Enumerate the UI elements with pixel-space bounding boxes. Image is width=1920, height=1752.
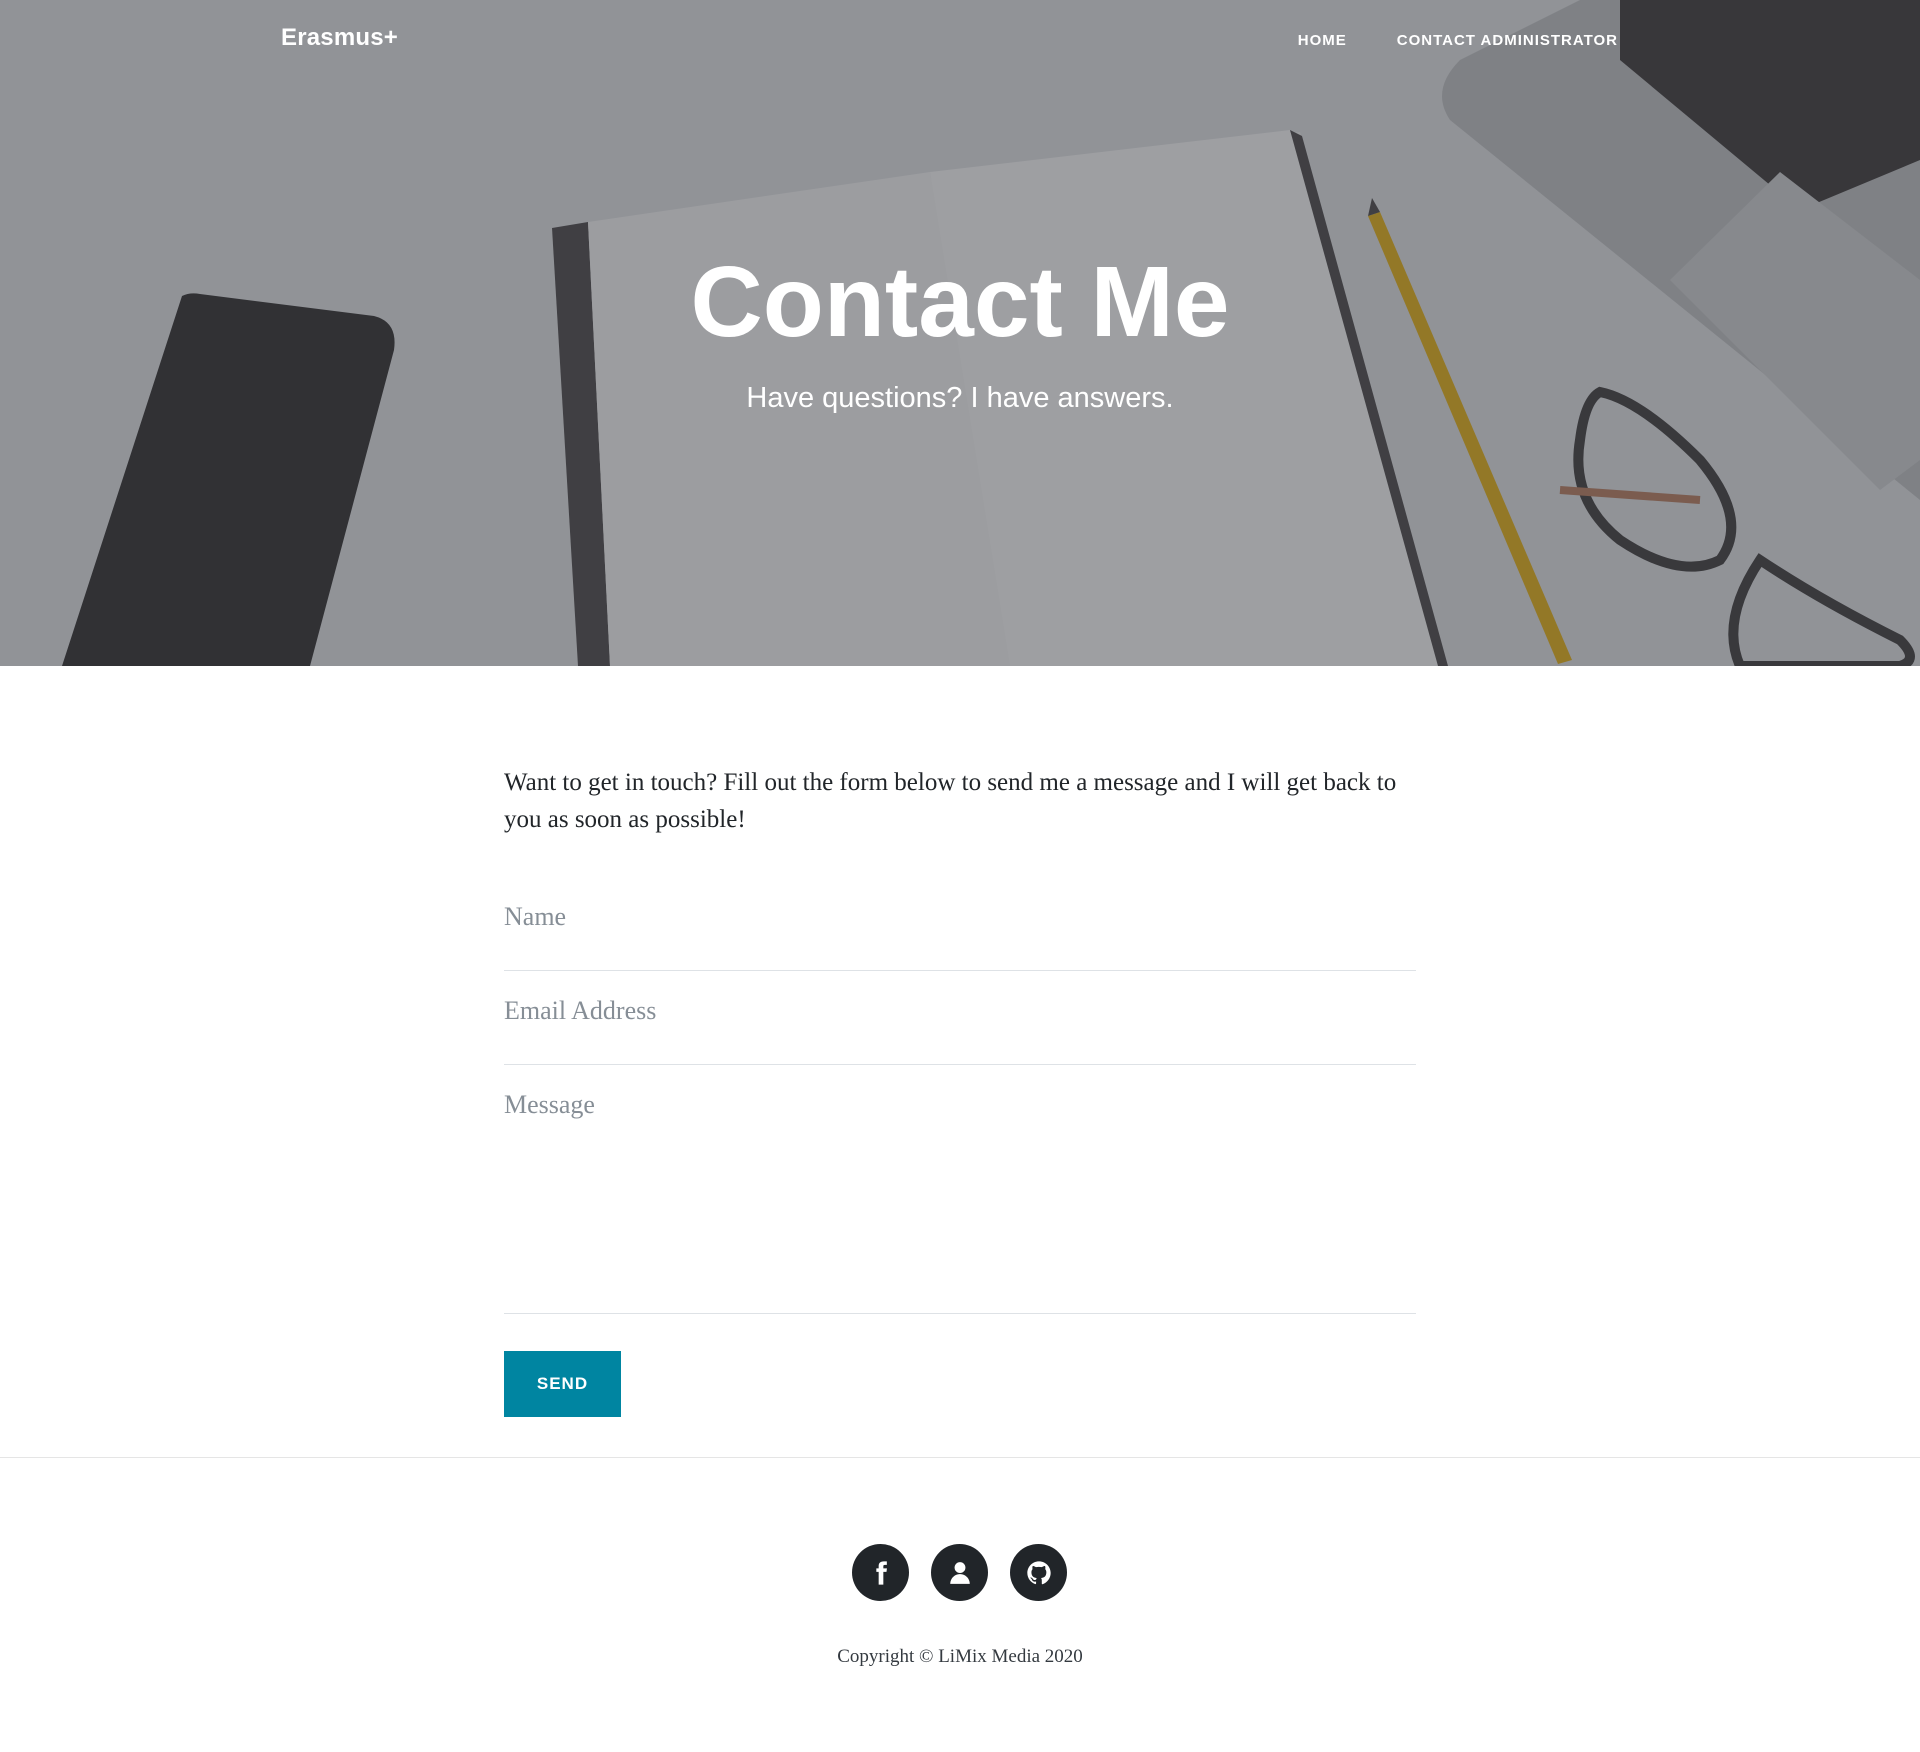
intro-section: Want to get in touch? Fill out the form … bbox=[504, 764, 1416, 838]
social-links bbox=[852, 1544, 1067, 1601]
user-button[interactable] bbox=[931, 1544, 988, 1601]
message-field-group bbox=[504, 1090, 1416, 1314]
nav-links: HOME CONTACT ADMINISTRATOR bbox=[1298, 32, 1618, 49]
navbar: Erasmus+ HOME CONTACT ADMINISTRATOR bbox=[0, 0, 1920, 84]
page-title: Contact Me bbox=[690, 246, 1230, 358]
github-icon bbox=[1026, 1560, 1051, 1584]
brand-logo[interactable]: Erasmus+ bbox=[281, 24, 398, 52]
copyright-text: Copyright © LiMix Media 2020 bbox=[837, 1646, 1083, 1667]
nav-link-contact-administrator[interactable]: CONTACT ADMINISTRATOR bbox=[1397, 32, 1618, 49]
github-button[interactable] bbox=[1010, 1544, 1067, 1601]
hero-header: Erasmus+ HOME CONTACT ADMINISTRATOR Cont… bbox=[0, 0, 1920, 666]
name-field-group bbox=[504, 902, 1416, 971]
email-field-group bbox=[504, 996, 1416, 1065]
email-input[interactable] bbox=[504, 996, 1416, 1026]
facebook-icon bbox=[875, 1560, 887, 1585]
page-subtitle: Have questions? I have answers. bbox=[746, 382, 1174, 414]
facebook-button[interactable] bbox=[852, 1544, 909, 1601]
intro-text: Want to get in touch? Fill out the form … bbox=[504, 769, 1397, 833]
send-button[interactable]: SEND bbox=[504, 1351, 621, 1417]
name-input[interactable] bbox=[504, 902, 1416, 932]
nav-link-home[interactable]: HOME bbox=[1298, 32, 1347, 49]
message-textarea[interactable] bbox=[504, 1090, 1416, 1290]
footer-divider bbox=[0, 1457, 1920, 1458]
user-icon bbox=[949, 1561, 970, 1584]
